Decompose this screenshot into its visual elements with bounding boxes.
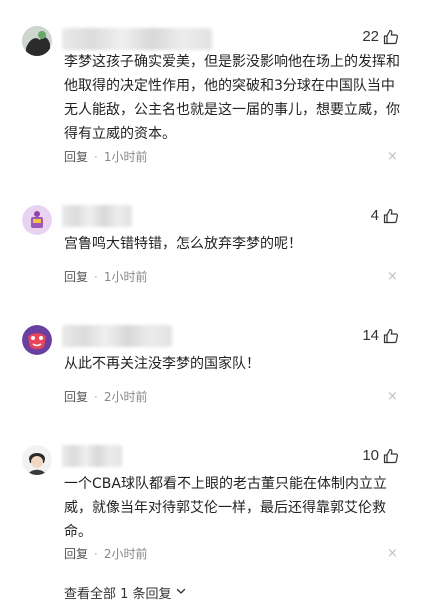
like-button[interactable]: 10 [362,447,399,464]
thumbs-up-icon[interactable] [383,448,399,464]
like-count: 4 [370,207,379,224]
close-icon[interactable]: × [387,390,398,403]
comment-text: 从此不再关注没李梦的国家队！ [64,356,260,372]
thumbs-up-icon[interactable] [383,208,399,224]
reply-button[interactable]: 回复 [64,268,88,285]
reply-button[interactable]: 回复 [64,388,88,405]
timestamp: 2小时前 [103,390,148,404]
comment-text: 李梦这孩子确实爱美，但是影没影响他在场上的发挥和他取得的决定性作用，他的突破和3… [64,54,400,142]
timestamp: 1小时前 [103,270,148,284]
username-redacted [62,445,122,467]
like-button[interactable]: 22 [362,28,399,45]
thumbs-up-icon[interactable] [383,328,399,344]
reply-button[interactable]: 回复 [64,545,88,562]
like-count: 22 [362,28,379,45]
comment-text: 宫鲁鸣大错特错，怎么放弃李梦的呢！ [64,236,302,252]
thumbs-up-icon[interactable] [383,29,399,45]
avatar[interactable] [22,205,52,235]
like-count: 10 [362,447,379,464]
meta-separator: · [94,389,98,404]
view-all-replies-label: 查看全部 1 条回复 [64,587,172,602]
comment-text: 一个CBA球队都看不上眼的老古董只能在体制内立立威，就像当年对待郭艾伦一样，最后… [64,476,387,540]
avatar[interactable] [22,445,52,475]
close-icon[interactable]: × [387,547,398,560]
comment-meta: 回复 · 2小时前 [64,545,147,562]
like-button[interactable]: 4 [371,207,399,224]
chevron-down-icon [176,585,186,600]
username-redacted [62,205,132,227]
timestamp: 2小时前 [103,547,148,561]
meta-separator: · [94,149,98,164]
username-redacted [62,28,212,50]
username-redacted [62,325,172,347]
avatar[interactable] [22,325,52,355]
like-count: 14 [362,327,379,344]
reply-button[interactable]: 回复 [64,148,88,165]
close-icon[interactable]: × [387,150,398,163]
close-icon[interactable]: × [387,270,398,283]
comment-meta: 回复 · 1小时前 [64,148,147,165]
comment-meta: 回复 · 1小时前 [64,268,147,285]
meta-separator: · [94,269,98,284]
view-all-replies-button[interactable]: 查看全部 1 条回复 [64,583,186,602]
timestamp: 1小时前 [103,150,148,164]
comment-meta: 回复 · 2小时前 [64,388,147,405]
avatar[interactable] [22,26,52,56]
like-button[interactable]: 14 [362,327,399,344]
meta-separator: · [94,546,98,561]
